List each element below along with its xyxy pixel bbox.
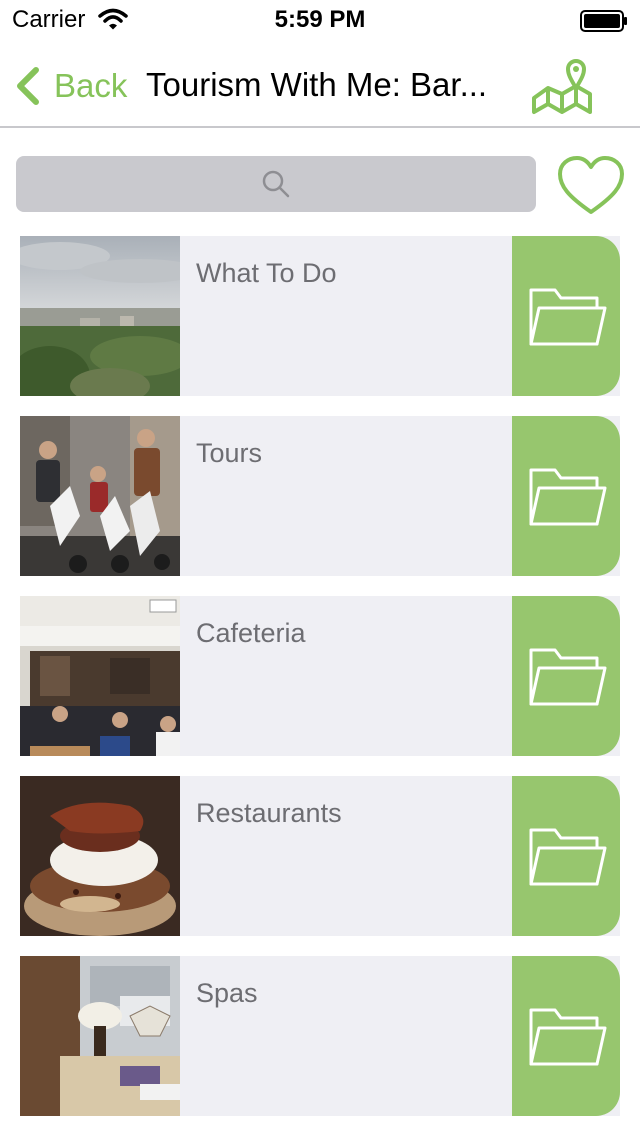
list-item-label: Restaurants	[196, 798, 342, 828]
page-title: Tourism With Me: Bar...	[146, 66, 488, 103]
open-folder-button[interactable]	[512, 236, 620, 396]
folder-icon	[529, 1008, 607, 1066]
list-item-label: Cafeteria	[196, 618, 306, 648]
chevron-left-icon	[17, 67, 39, 105]
list-item-what-to-do[interactable]: What To Do	[20, 236, 620, 396]
list-item-label: Spas	[196, 978, 258, 1008]
folder-icon	[529, 468, 607, 526]
open-folder-button[interactable]	[512, 596, 620, 756]
spa-interior-photo	[20, 956, 180, 1116]
folder-icon	[529, 648, 607, 706]
list-item-spas[interactable]: Spas	[20, 956, 620, 1116]
battery-icon	[580, 10, 627, 32]
clock-label: 5:59 PM	[274, 6, 366, 33]
city-view-photo	[20, 236, 180, 396]
folder-icon	[529, 288, 607, 346]
search-bar[interactable]	[16, 156, 536, 212]
scooter-tour-photo	[20, 416, 180, 576]
list-item-label: Tours	[196, 438, 263, 468]
map-icon[interactable]	[530, 54, 596, 118]
open-folder-button[interactable]	[512, 416, 620, 576]
folder-icon	[529, 828, 607, 886]
status-bar: Carrier 5:59 PM	[0, 0, 640, 40]
list-item-label: What To Do	[196, 258, 337, 288]
open-folder-button[interactable]	[512, 776, 620, 936]
burger-photo	[20, 776, 180, 936]
list-item-restaurants[interactable]: Restaurants	[20, 776, 620, 936]
back-button-label: Back	[54, 67, 128, 104]
search-input[interactable]	[16, 156, 536, 212]
heart-icon[interactable]	[556, 154, 626, 216]
back-button[interactable]: Back	[14, 64, 127, 108]
cafe-interior-photo	[20, 596, 180, 756]
list-item-cafeteria[interactable]: Cafeteria	[20, 596, 620, 756]
navigation-bar: Back Tourism With Me: Bar...	[0, 40, 640, 128]
open-folder-button[interactable]	[512, 956, 620, 1116]
list-item-tours[interactable]: Tours	[20, 416, 620, 576]
